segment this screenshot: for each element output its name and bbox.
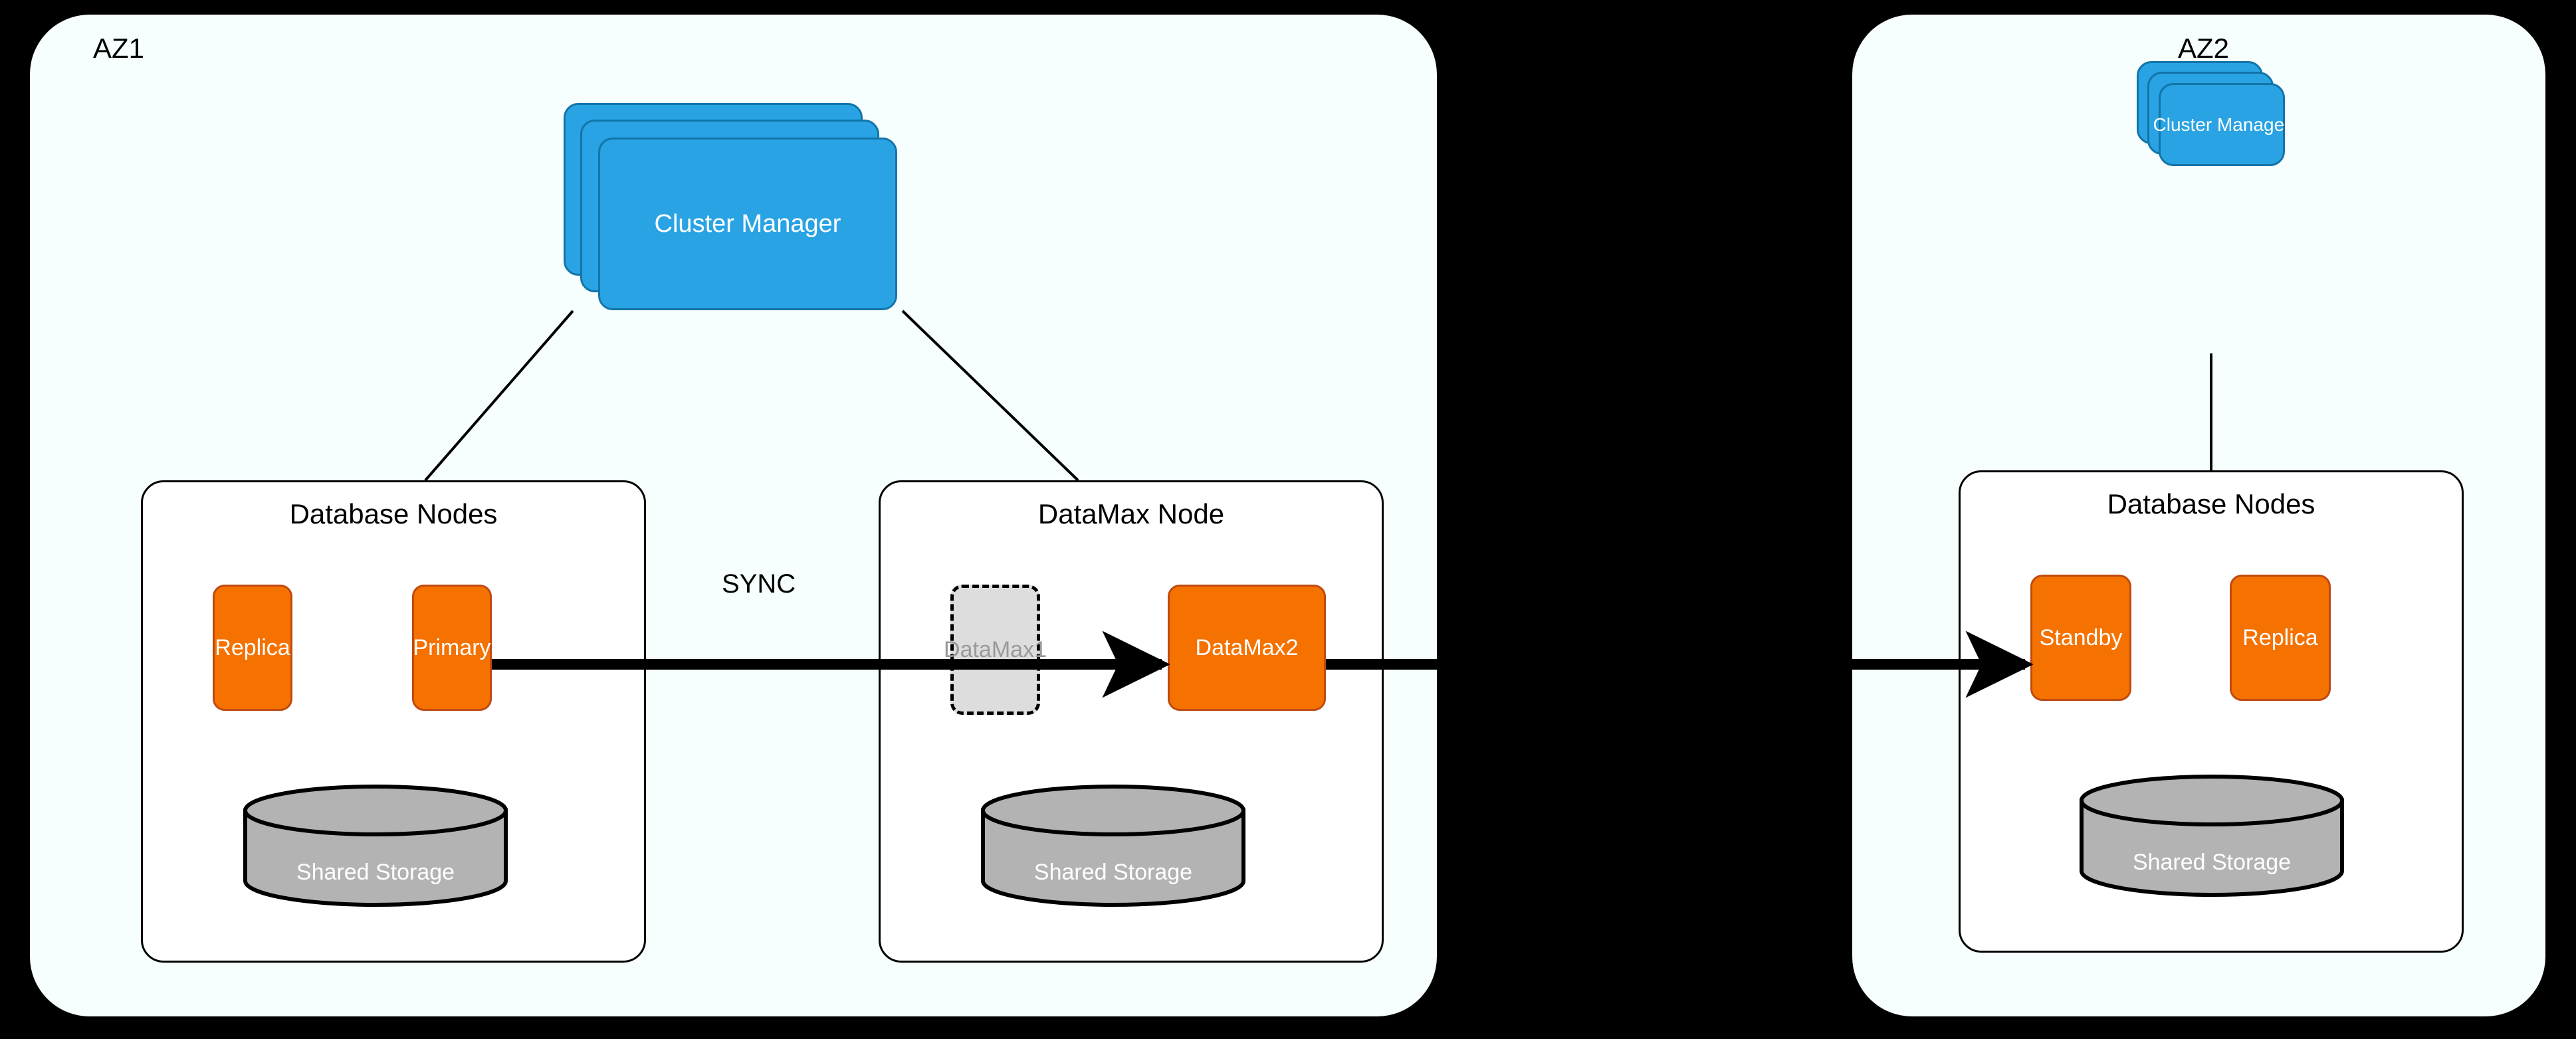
- node-label: DataMax1: [944, 636, 1047, 662]
- node-datamax2[interactable]: DataMax2: [1168, 585, 1326, 711]
- cluster-manager-label: Cluster Manager: [654, 209, 841, 238]
- storage-label: Shared Storage: [296, 860, 455, 885]
- node-label: Primary: [413, 634, 491, 660]
- node-label: Replica: [215, 634, 290, 660]
- node-az2-replica[interactable]: Replica: [2230, 575, 2331, 701]
- cluster-manager-az1[interactable]: Cluster Manager: [564, 103, 916, 316]
- node-datamax1-inactive[interactable]: DataMax1: [944, 585, 1047, 715]
- cluster-manager-az2[interactable]: Cluster Manager: [2137, 61, 2349, 227]
- az1-label: AZ1: [93, 33, 145, 64]
- edge-label-sync: SYNC: [722, 569, 796, 599]
- node-label: Standby: [2039, 624, 2123, 650]
- node-label: Replica: [2242, 624, 2318, 650]
- storage-label: Shared Storage: [2132, 850, 2292, 875]
- az2-label: AZ2: [2178, 33, 2230, 64]
- group-title-az1-datamax-node: DataMax Node: [1037, 498, 1225, 529]
- cluster-manager-label: Cluster Manager: [2153, 114, 2291, 135]
- node-az2-standby[interactable]: Standby: [2030, 575, 2131, 701]
- architecture-diagram: AZ1 AZ2 Database Nodes Replica Primary S…: [0, 0, 2576, 1039]
- storage-az2-database-nodes: Shared Storage: [2079, 774, 2345, 897]
- storage-az1-datamax-node: Shared Storage: [980, 784, 1246, 907]
- storage-az1-database-nodes: Shared Storage: [243, 784, 508, 907]
- node-az1-replica[interactable]: Replica: [213, 585, 292, 711]
- group-title-az2-database-nodes: Database Nodes: [2107, 488, 2315, 520]
- group-title-az1-database-nodes: Database Nodes: [289, 498, 498, 529]
- storage-label: Shared Storage: [1033, 860, 1193, 885]
- node-az1-primary[interactable]: Primary: [412, 585, 492, 711]
- node-label: DataMax2: [1195, 634, 1299, 660]
